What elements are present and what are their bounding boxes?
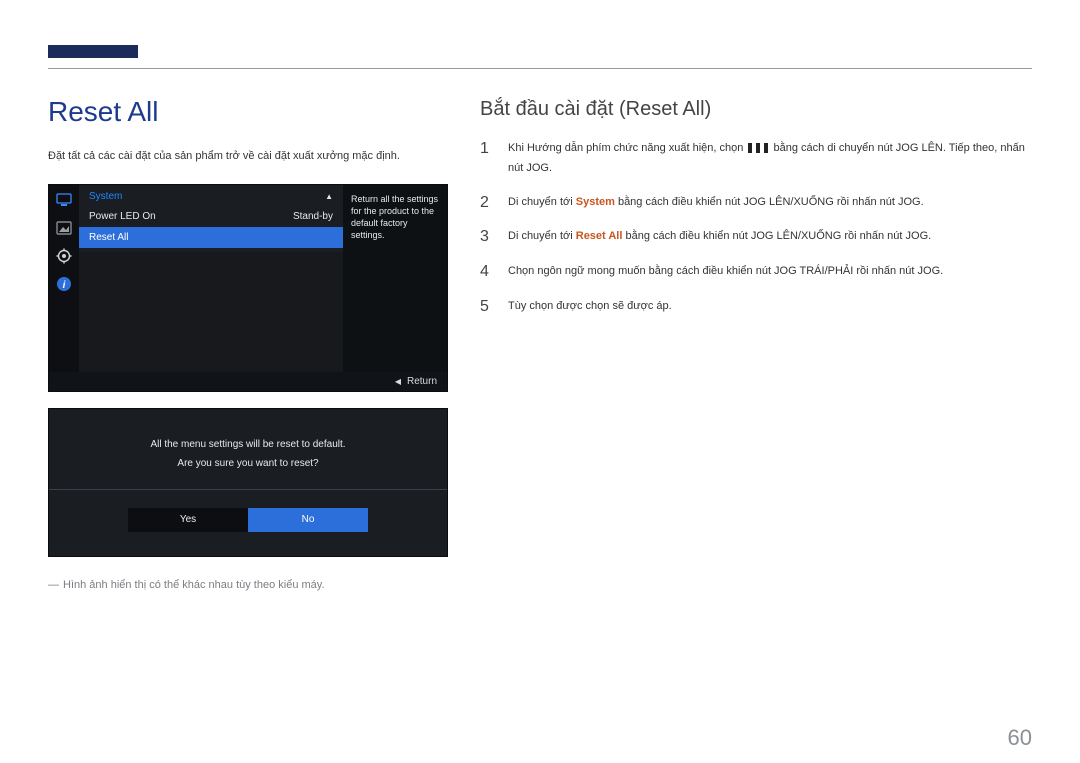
osd-top: i System ▲ Power LED On Stand-by [49, 185, 447, 372]
confirm-line-1: All the menu settings will be reset to d… [67, 435, 429, 454]
steps-heading: Bắt đầu cài đặt (Reset All) [480, 98, 1032, 121]
osd-system-menu: i System ▲ Power LED On Stand-by [48, 184, 448, 392]
confirm-line-2: Are you sure you want to reset? [67, 454, 429, 473]
confirm-no-button: No [248, 508, 368, 532]
osd-footer-label: Return [407, 376, 437, 387]
step-number: 4 [480, 262, 494, 283]
step-1: 1 Khi Hướng dẫn phím chức năng xuất hiện… [480, 139, 1032, 179]
monitor-icon [55, 191, 73, 209]
keyword-reset-all: Reset All [576, 230, 623, 242]
step-post: bằng cách điều khiển nút JOG LÊN/XUỐNG r… [615, 196, 924, 208]
step-pre: Khi Hướng dẫn phím chức năng xuất hiện, … [508, 142, 746, 154]
gear-icon [55, 247, 73, 265]
content-columns: Reset All Đặt tất cả các cài đặt của sản… [48, 96, 1032, 591]
step-4: 4 Chọn ngôn ngữ mong muốn bằng cách điều… [480, 262, 1032, 283]
osd-section-title-row: System ▲ [79, 185, 343, 206]
step-pre: Di chuyển tới [508, 230, 576, 242]
osd-row-label: Reset All [89, 232, 128, 243]
confirm-buttons: Yes No [67, 508, 429, 532]
step-text: Di chuyển tới System bằng cách điều khiể… [508, 193, 924, 214]
info-icon: i [55, 275, 73, 293]
osd-main: System ▲ Power LED On Stand-by Reset All [79, 185, 447, 372]
osd-row-power-led: Power LED On Stand-by [79, 206, 343, 227]
picture-icon [55, 219, 73, 237]
step-text: Di chuyển tới Reset All bằng cách điều k… [508, 227, 931, 248]
header-rule [48, 68, 1032, 69]
left-column: Reset All Đặt tất cả các cài đặt của sản… [48, 96, 448, 591]
note-text: Hình ảnh hiển thị có thể khác nhau tùy t… [63, 579, 325, 591]
step-text: Chọn ngôn ngữ mong muốn bằng cách điều k… [508, 262, 943, 283]
menu-icon [748, 143, 768, 153]
right-column: Bắt đầu cài đặt (Reset All) 1 Khi Hướng … [480, 96, 1032, 591]
header-accent-bar [48, 45, 138, 58]
step-3: 3 Di chuyển tới Reset All bằng cách điều… [480, 227, 1032, 248]
confirm-yes-button: Yes [128, 508, 248, 532]
osd-empty-area [79, 252, 343, 372]
osd-row-value: Stand-by [293, 211, 333, 222]
return-arrow-icon: ◀ [395, 377, 401, 386]
image-note: ― Hình ảnh hiển thị có thể khác nhau tùy … [48, 579, 448, 591]
osd-row-label: Power LED On [89, 211, 156, 222]
confirm-divider [49, 489, 447, 490]
step-number: 5 [480, 297, 494, 318]
osd-help-panel: Return all the settings for the product … [343, 185, 447, 372]
osd-footer: ◀ Return [49, 372, 447, 391]
step-number: 2 [480, 193, 494, 214]
intro-text: Đặt tất cả các cài đặt của sản phẩm trở … [48, 148, 448, 166]
keyword-system: System [576, 196, 615, 208]
osd-row-reset-all: Reset All [79, 227, 343, 248]
step-pre: Di chuyển tới [508, 196, 576, 208]
step-post: bằng cách điều khiển nút JOG LÊN/XUỐNG r… [622, 230, 931, 242]
svg-text:i: i [63, 280, 66, 291]
osd-confirm-dialog: All the menu settings will be reset to d… [48, 408, 448, 557]
steps-list: 1 Khi Hướng dẫn phím chức năng xuất hiện… [480, 139, 1032, 318]
scroll-up-arrow-icon: ▲ [325, 192, 333, 201]
step-number: 3 [480, 227, 494, 248]
confirm-message: All the menu settings will be reset to d… [67, 435, 429, 473]
page: Reset All Đặt tất cả các cài đặt của sản… [0, 0, 1080, 763]
page-number: 60 [1008, 725, 1032, 751]
page-title: Reset All [48, 96, 448, 128]
step-text: Tùy chọn được chọn sẽ được áp. [508, 297, 672, 318]
osd-section-title: System [89, 191, 122, 202]
note-dash-icon: ― [48, 579, 59, 591]
step-5: 5 Tùy chọn được chọn sẽ được áp. [480, 297, 1032, 318]
step-number: 1 [480, 139, 494, 179]
osd-sidebar: i [49, 185, 79, 372]
step-text: Khi Hướng dẫn phím chức năng xuất hiện, … [508, 139, 1032, 179]
osd-menu: System ▲ Power LED On Stand-by Reset All [79, 185, 343, 372]
step-2: 2 Di chuyển tới System bằng cách điều kh… [480, 193, 1032, 214]
